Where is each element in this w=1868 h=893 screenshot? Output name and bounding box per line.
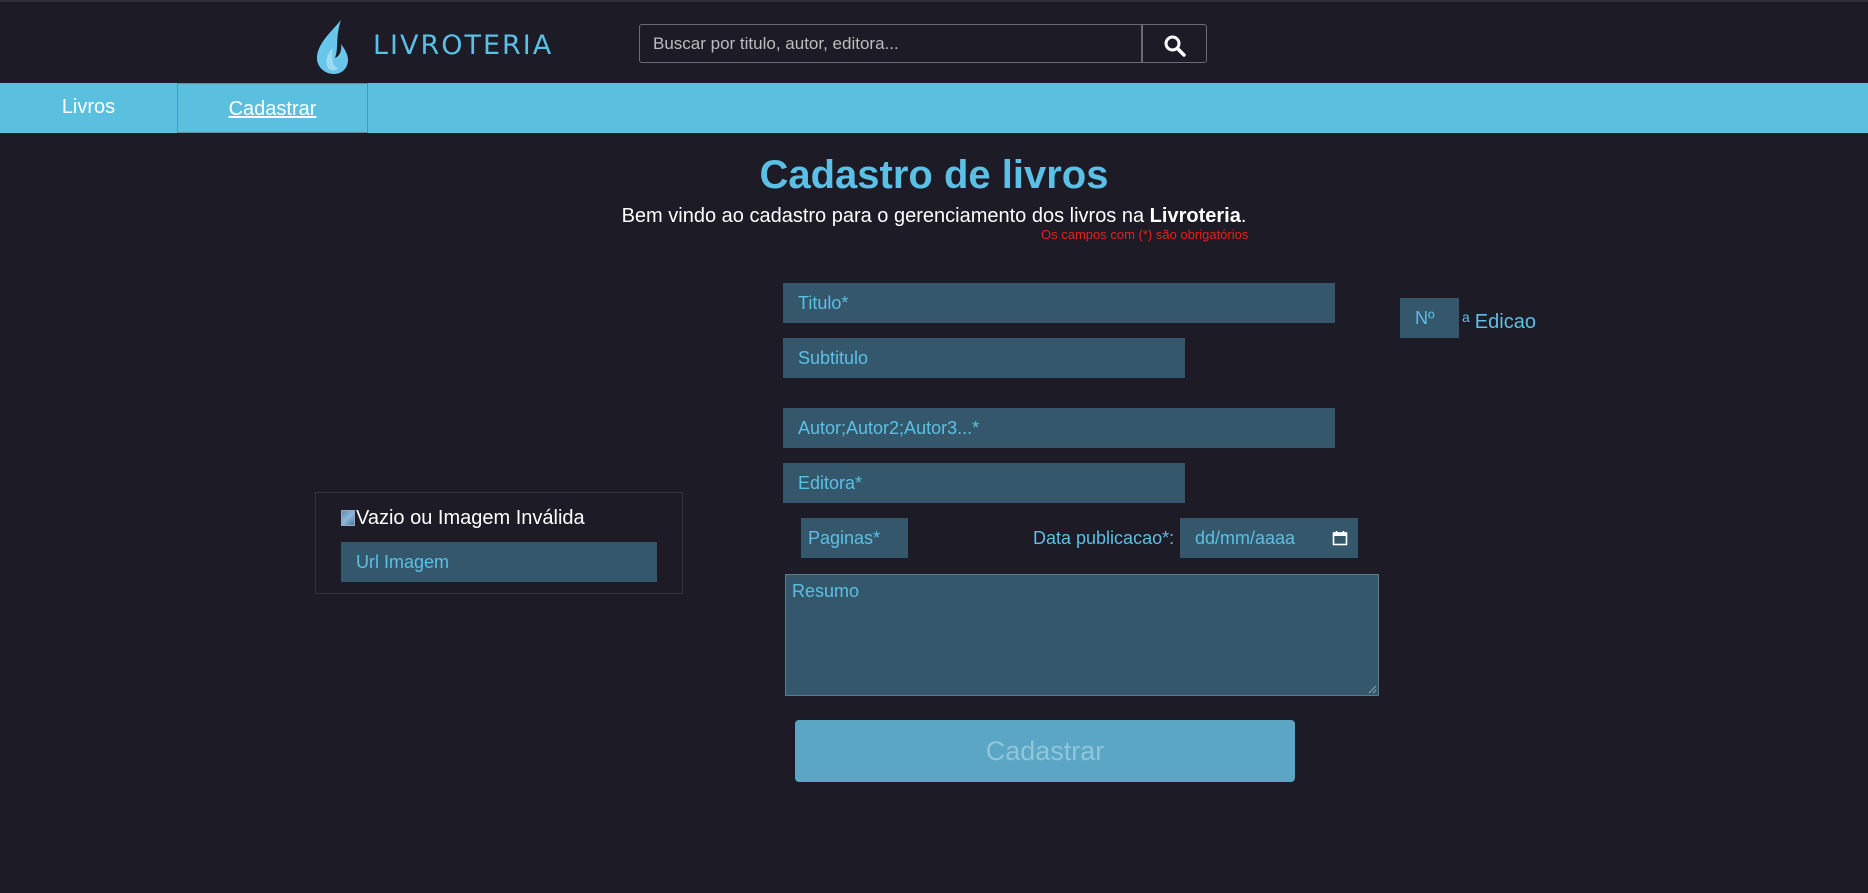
search-input[interactable] [639, 24, 1142, 63]
brand-name[interactable]: LIVROTERIA [373, 29, 553, 63]
page-title: Cadastro de livros [759, 153, 1109, 197]
edicao-label-text: Edicao [1474, 311, 1536, 333]
nav-item-cadastrar[interactable]: Cadastrar [177, 83, 368, 133]
broken-image-icon [341, 510, 355, 526]
image-alt-text: Vazio ou Imagem Inválida [356, 507, 585, 529]
edicao-ordinal: a [1462, 309, 1470, 325]
subtitulo-input[interactable] [783, 338, 1185, 378]
image-url-input[interactable] [341, 542, 657, 582]
resumo-textarea[interactable] [785, 574, 1379, 696]
autor-input[interactable] [783, 408, 1335, 448]
site-header: LIVROTERIA [0, 2, 1868, 83]
paginas-input[interactable] [801, 518, 908, 558]
nav-item-livros[interactable]: Livros [0, 83, 177, 133]
resize-grip-icon[interactable] [1368, 685, 1377, 694]
data-publicacao-label: Data publicacao*: [1033, 528, 1175, 548]
data-publicacao-input[interactable]: dd/mm/aaaa [1180, 518, 1358, 558]
required-fields-note: Os campos com (*) são obrigatórios [1041, 227, 1249, 242]
welcome-text: Bem vindo ao cadastro para o gerenciamen… [0, 204, 1868, 228]
search-icon [1164, 35, 1186, 57]
search-button[interactable] [1142, 24, 1207, 63]
welcome-suffix: . [1240, 205, 1247, 227]
calendar-icon[interactable] [1332, 530, 1348, 546]
edicao-input[interactable] [1400, 298, 1459, 338]
cadastrar-button[interactable]: Cadastrar [795, 720, 1295, 782]
main-navbar: Livros Cadastrar [0, 83, 1868, 133]
welcome-brand: Livroteria [1149, 205, 1241, 227]
welcome-prefix: Bem vindo ao cadastro para o gerenciamen… [621, 205, 1150, 227]
book-cover-image: Vazio ou Imagem Inválida [341, 506, 585, 530]
titulo-input[interactable] [783, 283, 1335, 323]
edicao-label: a Edicao [1462, 305, 1536, 334]
editora-input[interactable] [783, 463, 1185, 503]
flame-logo-icon[interactable] [311, 18, 356, 76]
data-placeholder: dd/mm/aaaa [1195, 528, 1296, 548]
image-preview-card: Vazio ou Imagem Inválida [315, 492, 683, 594]
